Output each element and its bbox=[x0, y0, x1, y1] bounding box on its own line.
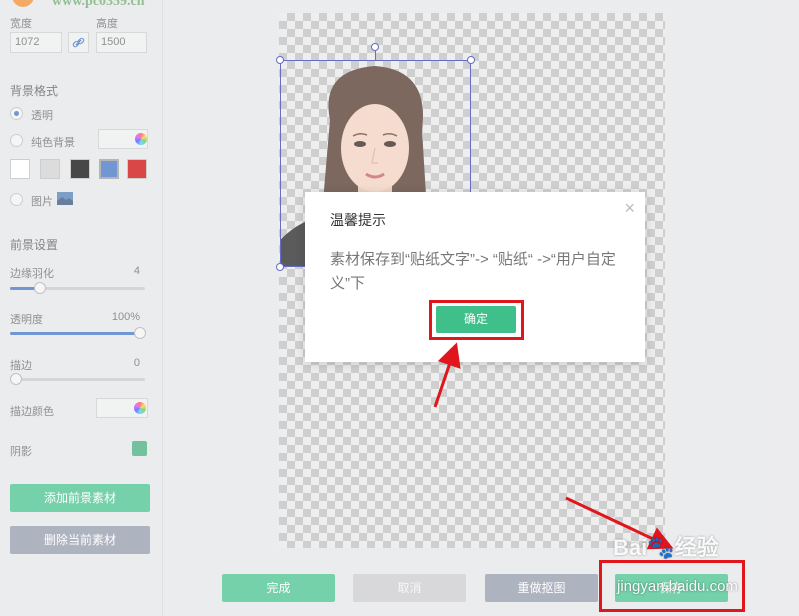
dialog-title: 温馨提示 bbox=[330, 212, 386, 228]
watermark-url: jingyan.baidu.com bbox=[617, 578, 738, 595]
annotation-box-confirm bbox=[429, 300, 524, 340]
close-icon[interactable]: × bbox=[624, 198, 635, 219]
watermark-logo-text: Bai🐾经验 bbox=[613, 535, 719, 560]
dialog-message: 素材保存到“贴纸文字”-> “贴纸“ ->“用户自定义”下 bbox=[330, 251, 616, 292]
baidu-watermark: Bai🐾经验 jingyan.baidu.com bbox=[613, 530, 763, 610]
